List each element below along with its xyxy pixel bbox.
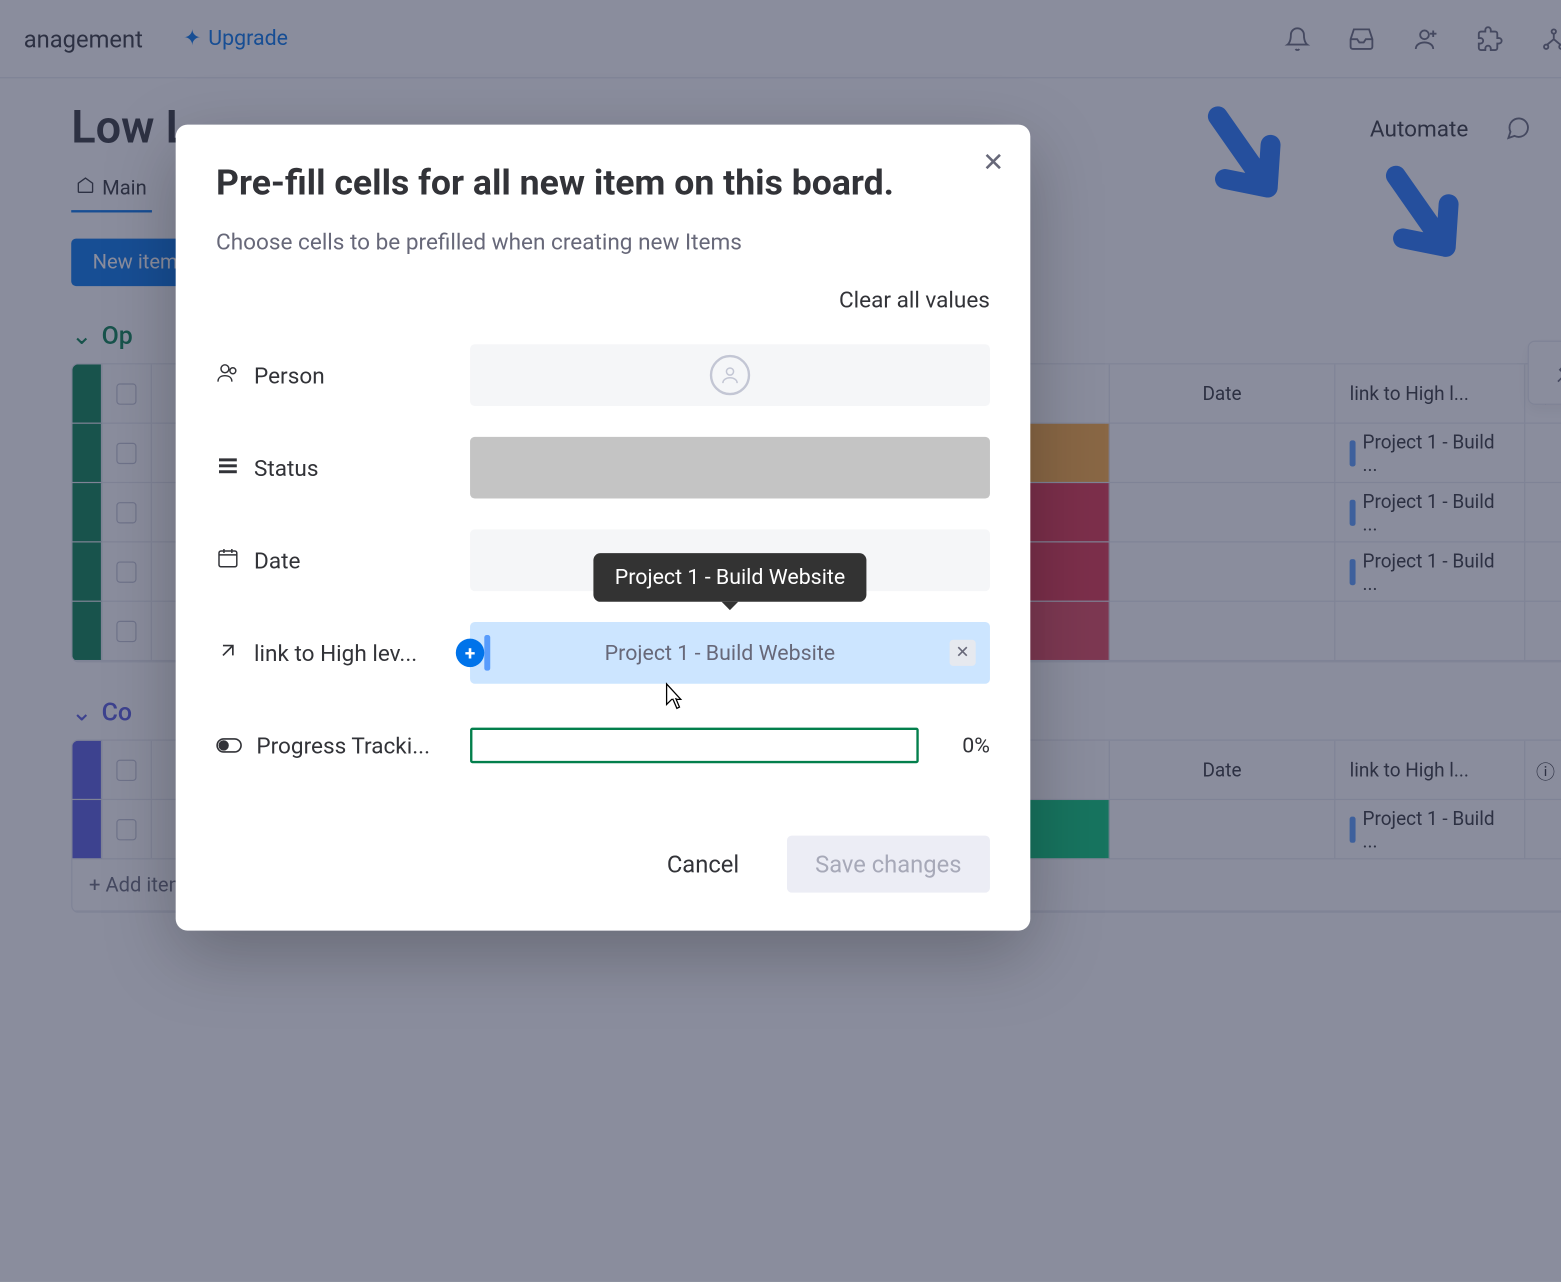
progress-input[interactable]: 0% (470, 715, 990, 777)
field-status-label: Status (254, 454, 318, 481)
field-progress-label: Progress Tracki... (256, 732, 430, 759)
field-person: Person (216, 344, 990, 406)
modal-subtitle: Choose cells to be prefilled when creati… (216, 228, 990, 255)
clear-link-icon[interactable]: ✕ (950, 640, 976, 666)
field-person-label: Person (254, 361, 325, 388)
link-icon (216, 638, 240, 668)
close-icon[interactable]: ✕ (982, 148, 1004, 178)
empty-avatar-icon (710, 355, 750, 395)
person-input[interactable] (470, 344, 990, 406)
status-input[interactable] (470, 437, 990, 499)
link-accent-bar (484, 635, 490, 671)
save-button[interactable]: Save changes (787, 836, 990, 893)
person-icon (216, 360, 240, 390)
tooltip: Project 1 - Build Website (593, 553, 866, 602)
cursor-icon (660, 681, 686, 718)
field-progress: Progress Tracki... 0% (216, 715, 990, 777)
progress-percent: 0% (942, 733, 989, 758)
prefill-modal: ✕ Pre-fill cells for all new item on thi… (176, 125, 1031, 931)
clear-all-button[interactable]: Clear all values (216, 286, 990, 313)
link-input[interactable]: Project 1 - Build Website + Project 1 - … (470, 622, 990, 684)
field-status: Status (216, 437, 990, 499)
status-icon (216, 453, 240, 483)
field-link-label: link to High lev... (254, 639, 417, 666)
progress-bar (470, 728, 919, 764)
modal-title: Pre-fill cells for all new item on this … (216, 163, 990, 205)
calendar-icon (216, 545, 240, 575)
add-link-icon[interactable]: + (456, 639, 484, 667)
progress-icon (216, 732, 242, 759)
link-value: Project 1 - Build Website (502, 640, 938, 665)
cancel-button[interactable]: Cancel (645, 836, 760, 893)
field-date-label: Date (254, 547, 300, 574)
field-link: link to High lev... Project 1 - Build We… (216, 622, 990, 684)
